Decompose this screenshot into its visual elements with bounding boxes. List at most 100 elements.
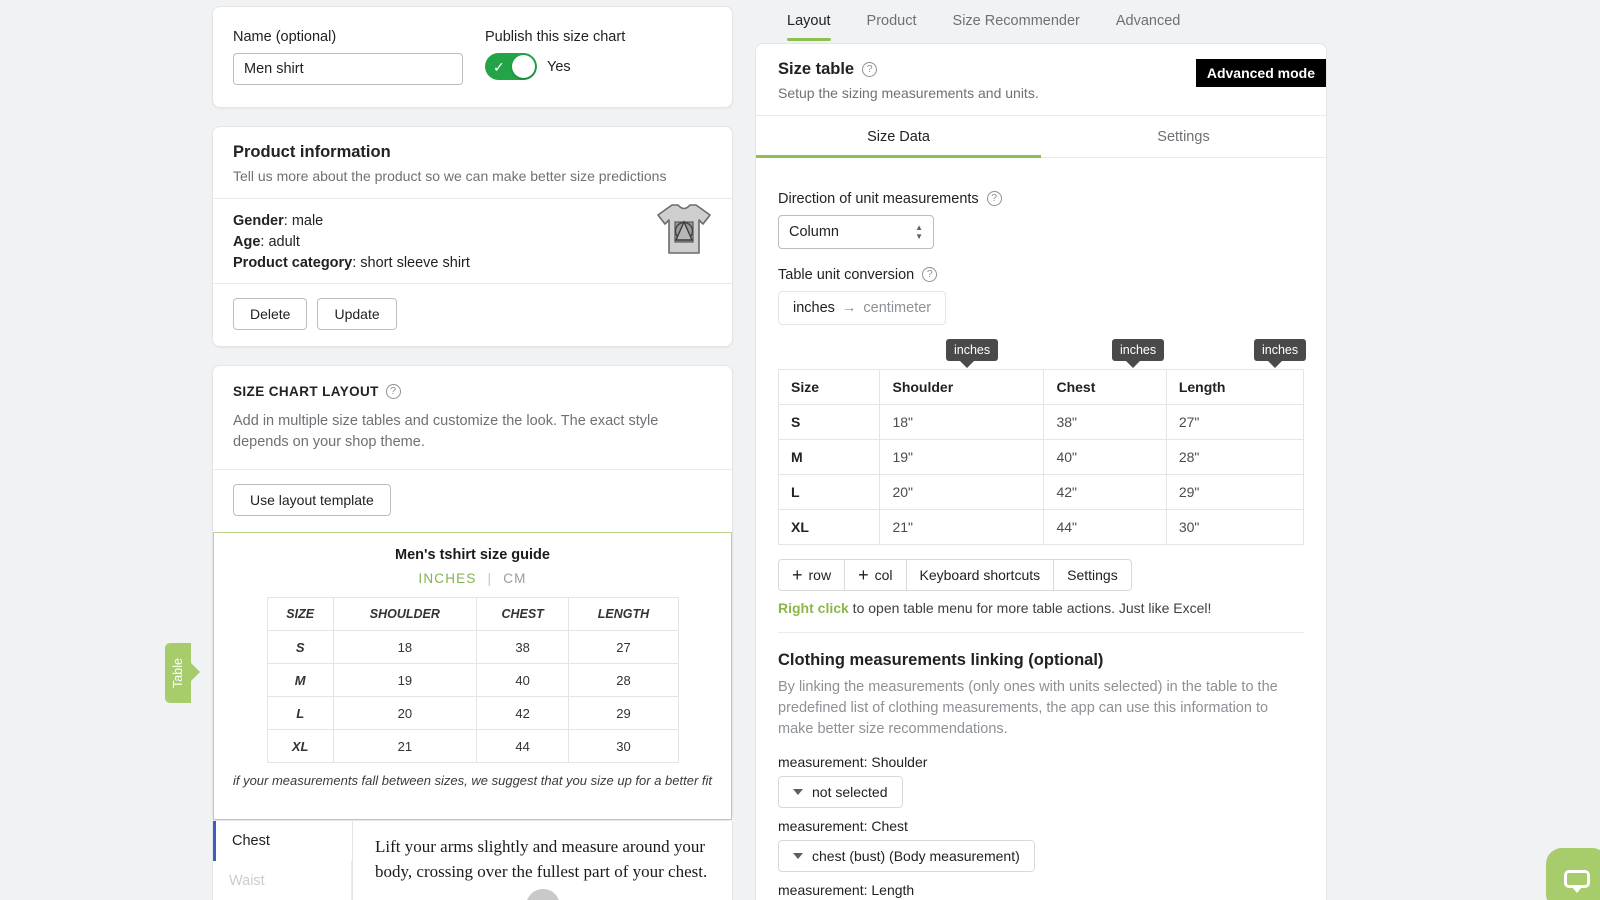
data-cell[interactable]: 40": [1043, 438, 1167, 475]
advanced-mode-badge[interactable]: Advanced mode: [1195, 59, 1326, 87]
preview-cell: 40: [475, 663, 570, 698]
preview-cell: M: [266, 663, 334, 698]
data-table-row: M 19" 40" 28": [777, 438, 1305, 475]
help-icon[interactable]: ?: [986, 191, 1002, 206]
add-col-button[interactable]: + col: [844, 558, 907, 591]
toggle-knob: [512, 55, 535, 78]
chat-bubble-icon: [1564, 870, 1590, 893]
chart-name-input[interactable]: [233, 53, 463, 85]
chevron-down-icon: [793, 788, 803, 795]
unit-conversion-toggle[interactable]: inches → centimeter: [778, 290, 947, 325]
guide-tab-chest[interactable]: Chest: [213, 821, 352, 862]
product-information-header: Product information Tell us more about t…: [213, 127, 732, 199]
linking-select-chest[interactable]: chest (bust) (Body measurement): [778, 839, 1035, 872]
measurement-guide-tabs: Chest Waist: [213, 821, 353, 900]
add-row-button[interactable]: + row: [778, 558, 846, 591]
data-cell[interactable]: 28": [1165, 438, 1305, 475]
data-cell[interactable]: 42": [1043, 473, 1167, 510]
preview-cell: 20: [332, 696, 477, 731]
right-column: Layout Product Size Recommender Advanced…: [755, 0, 1327, 900]
linking-description: By linking the measurements (only ones w…: [778, 678, 1278, 737]
add-col-label: col: [874, 566, 893, 583]
linking-label-chest: measurement: Chest: [778, 817, 908, 834]
publish-toggle[interactable]: ✓: [485, 53, 537, 80]
conversion-to: centimeter: [863, 299, 932, 316]
preview-size-table: SIZE SHOULDER CHEST LENGTH S 18 38 27 M …: [266, 597, 679, 764]
gender-row: Gender: male: [233, 213, 712, 229]
linking-select-shoulder[interactable]: not selected: [778, 775, 903, 808]
size-chart-layout-body: SIZE CHART LAYOUT ? Add in multiple size…: [213, 366, 732, 453]
use-layout-template-button[interactable]: Use layout template: [233, 484, 391, 517]
tab-size-recommender[interactable]: Size Recommender: [935, 0, 1098, 41]
tab-advanced[interactable]: Advanced: [1098, 0, 1199, 41]
guide-tab-waist[interactable]: Waist: [213, 861, 352, 900]
category-row: Product category: short sleeve shirt: [233, 255, 712, 271]
table-settings-button[interactable]: Settings: [1053, 558, 1132, 591]
chevron-updown-icon: ▲ ▼: [915, 222, 923, 241]
data-cell[interactable]: 38": [1043, 403, 1167, 440]
preview-unit-switcher[interactable]: INCHES | CM: [232, 571, 713, 586]
data-cell[interactable]: S: [777, 403, 881, 440]
preview-cell: 19: [332, 663, 477, 698]
data-cell[interactable]: 27": [1165, 403, 1305, 440]
data-header-cell[interactable]: Shoulder: [879, 368, 1045, 405]
data-cell[interactable]: 30": [1165, 508, 1305, 545]
unit-tooltip-chest[interactable]: inches: [1112, 338, 1165, 368]
sub-tab-size-data[interactable]: Size Data: [756, 116, 1041, 158]
product-information-actions: Delete Update: [213, 283, 732, 346]
top-tab-bar: Layout Product Size Recommender Advanced: [755, 0, 1327, 43]
sub-tab-settings[interactable]: Settings: [1041, 116, 1326, 157]
direction-select[interactable]: Column ▲ ▼: [778, 214, 934, 249]
chat-widget-button[interactable]: [1546, 848, 1600, 900]
help-icon[interactable]: ?: [862, 62, 878, 77]
unit-tooltip-shoulder[interactable]: inches: [946, 338, 999, 368]
measurement-guide: Chest Waist Lift your arms slightly and …: [212, 821, 733, 900]
add-row-label: row: [808, 566, 832, 583]
data-cell[interactable]: L: [777, 473, 881, 510]
age-row: Age: adult: [233, 234, 712, 250]
size-table-header: Size table ? Setup the sizing measuremen…: [756, 44, 1326, 116]
plus-icon: +: [858, 564, 869, 585]
data-cell[interactable]: XL: [777, 508, 881, 545]
preview-cell: 18: [332, 630, 477, 665]
preview-header-cell: CHEST: [475, 597, 570, 632]
help-icon[interactable]: ?: [385, 384, 401, 399]
preview-cell: 44: [475, 729, 570, 764]
linking-label-shoulder: measurement: Shoulder: [778, 753, 928, 770]
preview-header-cell: SHOULDER: [332, 597, 477, 632]
data-cell[interactable]: 18": [879, 403, 1045, 440]
preview-unit-inches[interactable]: INCHES: [418, 571, 476, 586]
data-cell[interactable]: 21": [879, 508, 1045, 545]
data-table-row: XL 21" 44" 30": [777, 508, 1305, 545]
preview-cell: 42: [475, 696, 570, 731]
name-field-group: Name (optional): [233, 29, 463, 85]
delete-button[interactable]: Delete: [233, 298, 308, 330]
tab-product[interactable]: Product: [849, 0, 935, 41]
data-header-cell[interactable]: Length: [1165, 368, 1305, 405]
preview-unit-cm[interactable]: CM: [503, 571, 526, 586]
data-cell[interactable]: 19": [879, 438, 1045, 475]
tab-layout[interactable]: Layout: [769, 0, 849, 41]
size-table-panel: Size table ? Setup the sizing measuremen…: [755, 43, 1327, 900]
help-icon[interactable]: ?: [922, 267, 938, 282]
update-button[interactable]: Update: [317, 298, 397, 330]
direction-select-value: Column: [789, 223, 839, 240]
data-cell[interactable]: 20": [879, 473, 1045, 510]
table-side-tab[interactable]: Table: [165, 643, 200, 704]
publish-toggle-row: ✓ Yes: [485, 53, 625, 80]
preview-table-row: XL 21 44 30: [266, 729, 679, 764]
data-cell[interactable]: 44": [1043, 508, 1167, 545]
guide-description: Lift your arms slightly and measure arou…: [375, 837, 708, 881]
keyboard-shortcuts-button[interactable]: Keyboard shortcuts: [905, 558, 1055, 591]
check-icon: ✓: [493, 58, 505, 75]
data-header-cell[interactable]: Chest: [1043, 368, 1167, 405]
size-chart-layout-description: Add in multiple size tables and customiz…: [233, 413, 659, 451]
plus-icon: +: [792, 564, 803, 585]
data-header-cell[interactable]: Size: [777, 368, 881, 405]
size-data-table[interactable]: Size Shoulder Chest Length S 18" 38" 27": [777, 368, 1305, 545]
category-value: : short sleeve shirt: [352, 255, 470, 271]
data-cell[interactable]: M: [777, 438, 881, 475]
conversion-label-text: Table unit conversion: [778, 266, 915, 283]
unit-tooltip-length[interactable]: inches: [1254, 338, 1307, 368]
data-cell[interactable]: 29": [1165, 473, 1305, 510]
